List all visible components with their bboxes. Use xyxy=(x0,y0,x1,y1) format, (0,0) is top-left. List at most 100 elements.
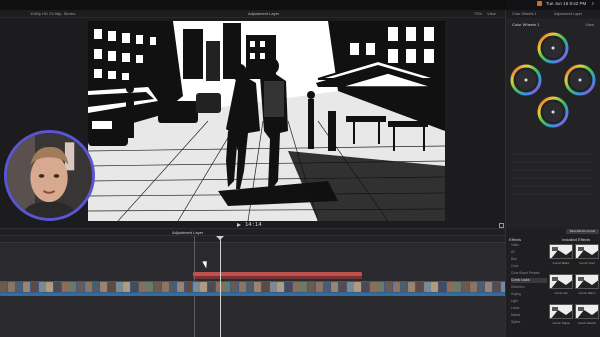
film-frame xyxy=(246,282,254,292)
primary-video-storyline[interactable] xyxy=(0,281,505,293)
inspector-param-row[interactable] xyxy=(512,162,595,168)
effects-browser: Best Effects Found Effects Installed Eff… xyxy=(505,228,600,337)
adjustment-layer-clip-body[interactable] xyxy=(193,276,362,279)
film-frame xyxy=(338,282,346,292)
film-frame xyxy=(346,282,354,292)
film-frame xyxy=(84,282,92,292)
effects-category-item[interactable]: Looks xyxy=(511,306,547,311)
zoom-view-controls[interactable]: 73% View xyxy=(474,11,496,16)
play-icon[interactable] xyxy=(237,223,241,227)
timeline-ruler[interactable] xyxy=(0,236,505,243)
film-frame xyxy=(369,282,377,292)
effects-category-item[interactable]: All xyxy=(511,250,547,255)
view-label[interactable]: View xyxy=(487,11,496,16)
film-frame xyxy=(169,282,177,292)
effects-category-list: Video All Blur Color Color Board Presets Comi… xyxy=(509,243,547,337)
effect-thumbnail-label: Comic Sepia xyxy=(552,321,570,325)
effect-thumbnail[interactable] xyxy=(575,274,599,289)
film-frame xyxy=(200,282,208,292)
effect-thumbnail[interactable] xyxy=(575,244,599,259)
film-frame xyxy=(284,282,292,292)
effects-category-item[interactable]: Light xyxy=(511,299,547,304)
film-frame xyxy=(146,282,154,292)
effect-thumbnail[interactable] xyxy=(549,244,573,259)
inspector-param-row[interactable] xyxy=(512,170,595,176)
film-frame xyxy=(177,282,185,292)
film-frame xyxy=(207,282,215,292)
film-frame xyxy=(423,282,431,292)
film-frame xyxy=(492,282,500,292)
inspector-panel: Color Wheels 1 Adjustment Layer Color Wh… xyxy=(505,10,600,228)
effects-category-item[interactable]: Video xyxy=(511,243,547,248)
master-wheel xyxy=(537,32,569,64)
film-frame xyxy=(315,282,323,292)
film-frame xyxy=(438,282,446,292)
presenter-webcam-bubble xyxy=(4,130,95,221)
effects-category-item[interactable]: Blur xyxy=(511,257,547,262)
effect-thumbnail[interactable] xyxy=(549,304,573,319)
film-frame xyxy=(408,282,416,292)
color-wheels[interactable] xyxy=(506,28,600,152)
timeline-clip-label: Adjustment Layer xyxy=(172,230,204,235)
film-frame xyxy=(61,282,69,292)
effect-thumbnail[interactable] xyxy=(549,274,573,289)
inspector-tab-adjustment-layer[interactable]: Adjustment Layer xyxy=(554,12,582,16)
film-frame xyxy=(23,282,31,292)
film-frame xyxy=(446,282,454,292)
effects-category-item[interactable]: Color Board Presets xyxy=(511,271,547,276)
playhead-handle[interactable] xyxy=(216,236,224,240)
library-format-label: 1080p HD 23.98p, Stereo xyxy=(30,11,76,16)
film-frame xyxy=(30,282,38,292)
inspector-param-row[interactable] xyxy=(512,178,595,184)
effects-category-item[interactable]: Masks xyxy=(511,313,547,318)
mouse-pointer xyxy=(202,259,210,269)
effect-thumbnail-label: Comic Basic xyxy=(552,261,570,265)
film-frame xyxy=(269,282,277,292)
film-frame xyxy=(115,282,123,292)
inspector-param-row[interactable] xyxy=(512,194,595,200)
effects-category-item[interactable]: Comic Looks xyxy=(511,278,547,283)
film-frame xyxy=(231,282,238,292)
film-frame xyxy=(92,282,100,292)
timeline-header: Adjustment Layer xyxy=(0,228,505,236)
effects-category-item[interactable]: Keying xyxy=(511,292,547,297)
film-frame xyxy=(100,282,108,292)
effects-top-button[interactable]: Best Effects Found xyxy=(566,229,599,234)
timeline[interactable] xyxy=(0,236,505,337)
presenter-face xyxy=(7,133,92,218)
effects-category-item[interactable]: Color xyxy=(511,264,547,269)
menubar-app-icon[interactable] xyxy=(536,1,542,6)
effects-category-item[interactable]: Stylize xyxy=(511,320,547,325)
color-wheels-graphic xyxy=(510,32,596,128)
film-frame xyxy=(69,282,77,292)
film-frame xyxy=(331,282,339,292)
film-frame xyxy=(308,282,315,292)
inspector-param-row[interactable] xyxy=(512,154,595,160)
film-frame xyxy=(123,282,131,292)
inspector-tab-color-wheels[interactable]: Color Wheels 1 xyxy=(512,12,537,16)
effects-category-item[interactable]: Distortion xyxy=(511,285,547,290)
inspector-view-menu[interactable]: View xyxy=(585,22,594,27)
effect-thumbnail-label: Comic Ink xyxy=(554,291,568,295)
film-frame xyxy=(477,282,485,292)
video-viewer[interactable] xyxy=(88,21,445,221)
highlights-wheel xyxy=(564,64,596,96)
menu-bar-left-area xyxy=(0,0,505,10)
spotlight-icon[interactable]: ⌕ xyxy=(591,1,594,6)
effect-thumbnail[interactable] xyxy=(575,304,599,319)
film-frame xyxy=(454,282,462,292)
audio-waveform-track[interactable] xyxy=(0,293,505,296)
film-frame xyxy=(300,282,308,292)
menubar-status-text: Tue Jun 16 8:42 PM xyxy=(545,1,587,6)
film-frame xyxy=(462,282,469,292)
zoom-label[interactable]: 73% xyxy=(474,11,482,16)
inspector-param-row[interactable] xyxy=(512,186,595,192)
film-frame xyxy=(238,282,246,292)
film-frame xyxy=(107,282,115,292)
playhead[interactable] xyxy=(220,236,221,337)
film-frame xyxy=(7,282,15,292)
film-frame xyxy=(400,282,408,292)
film-frame xyxy=(161,282,169,292)
film-frame xyxy=(254,282,262,292)
film-frame xyxy=(354,282,362,292)
